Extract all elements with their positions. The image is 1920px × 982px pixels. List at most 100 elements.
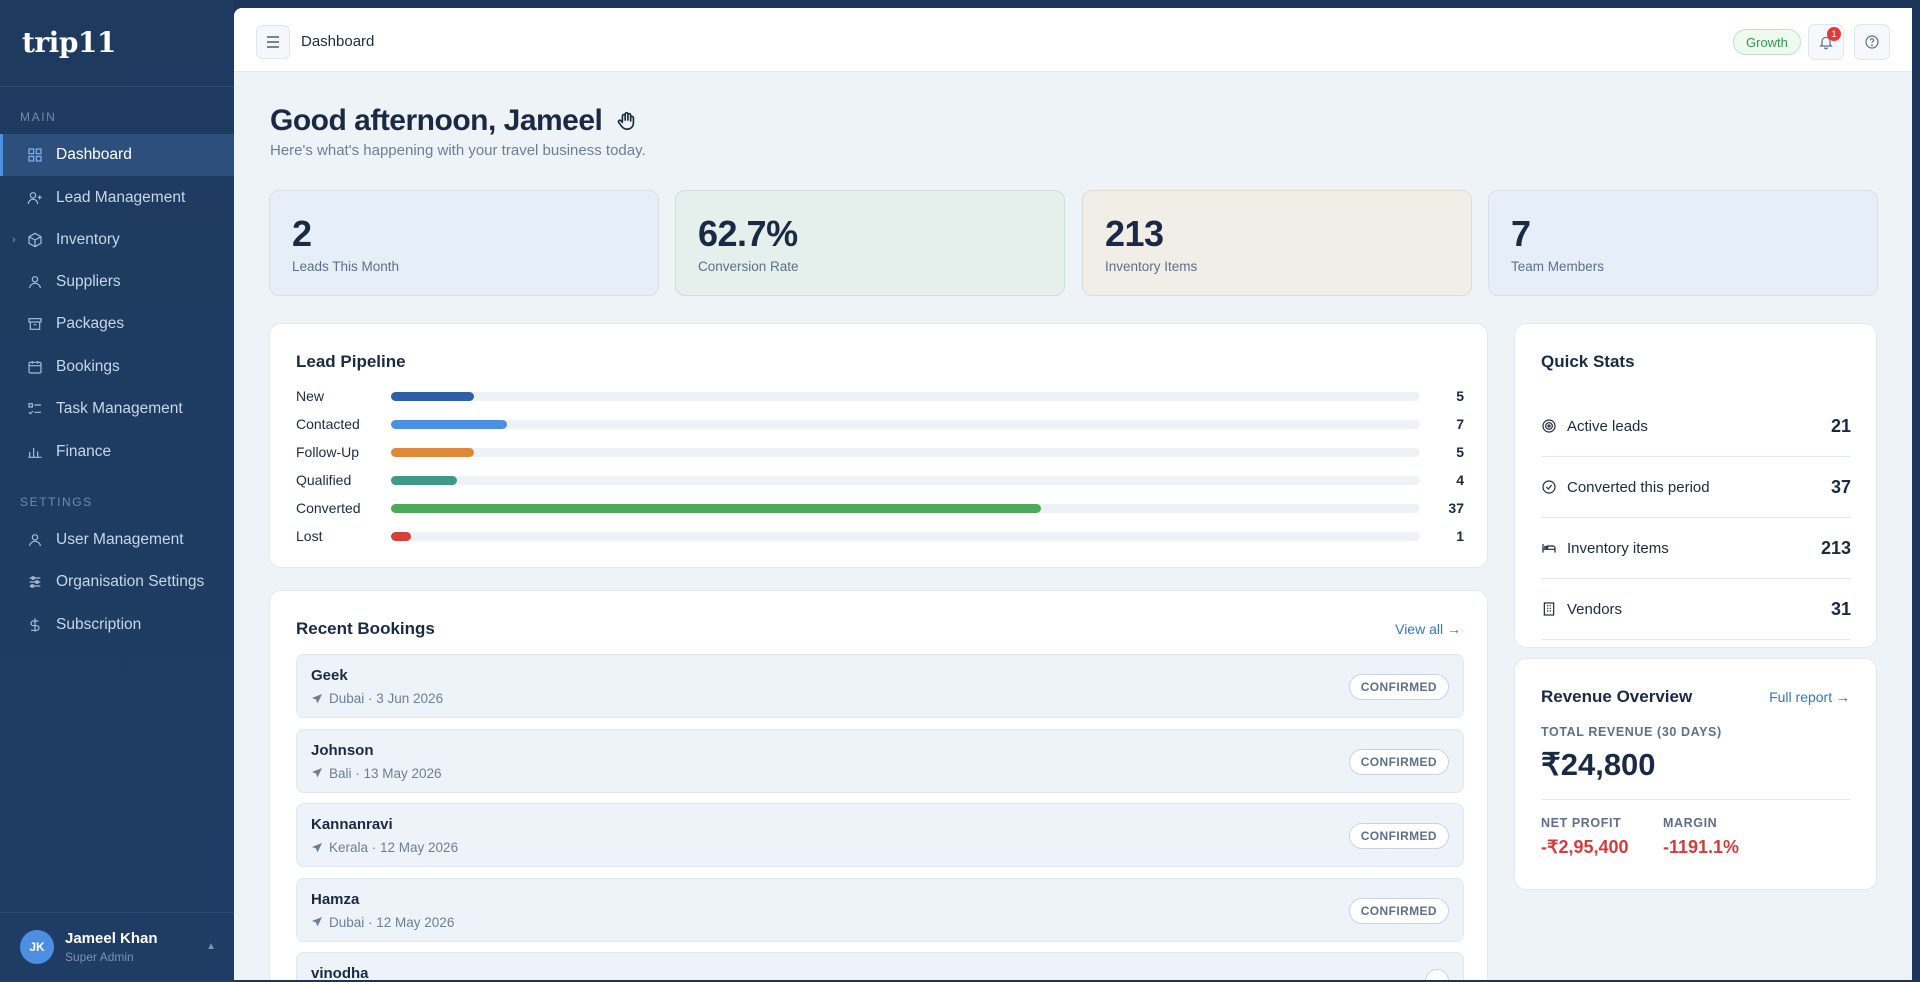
status-badge: CONFIRMED [1348, 674, 1449, 700]
booking-row[interactable]: Johnson Bali · 13 May 2026 CONFIRMED [296, 728, 1464, 793]
booking-meta: Dubai · 3 Jun 2026 [311, 691, 443, 706]
booking-destination-date: Kerala · 12 May 2026 [329, 840, 459, 855]
pipeline-bar-track [391, 391, 1420, 401]
main-content: Dashboard Growth 1 Good afternoon, Jamee… [234, 8, 1912, 980]
pipeline-bar-fill [391, 447, 474, 457]
booking-customer-name: Geek [311, 667, 348, 684]
sidebar-item-lead-management[interactable]: Lead Management [0, 177, 234, 219]
pipeline-stage-count: 4 [1456, 472, 1464, 488]
pipeline-stage-count: 5 [1456, 444, 1464, 460]
check-circle-icon [1542, 480, 1556, 494]
sidebar-item-dashboard[interactable]: Dashboard [0, 134, 234, 176]
net-profit-value: -₹2,95,400 [1541, 837, 1629, 857]
sidebar-item-label: Lead Management [56, 189, 186, 206]
chevron-right-icon[interactable]: › [12, 234, 16, 246]
card-title: Lead Pipeline [296, 352, 406, 371]
booking-meta: Bali · 13 May 2026 [311, 766, 442, 781]
user-name: Jameel Khan [65, 930, 158, 947]
sliders-icon [26, 573, 44, 591]
full-report-link[interactable]: Full report → [1769, 689, 1850, 705]
kpi-value: 213 [1105, 213, 1164, 254]
bed-icon [1542, 544, 1556, 553]
help-button[interactable] [1854, 24, 1890, 60]
booking-row[interactable]: Geek Dubai · 3 Jun 2026 CONFIRMED [296, 654, 1464, 718]
kpi-card-inventory[interactable]: 213 Inventory Items [1082, 190, 1472, 296]
greeting-heading: Good afternoon, Jameel [270, 104, 638, 138]
pipeline-stage-count: 7 [1456, 416, 1464, 432]
sidebar-item-label: Inventory [56, 231, 120, 248]
sidebar-divider [0, 86, 234, 87]
avatar: JK [20, 930, 54, 964]
sidebar-item-label: Dashboard [56, 146, 132, 163]
view-all-link[interactable]: View all → [1395, 621, 1461, 637]
pipeline-bar-fill [391, 531, 411, 541]
sidebar-item-suppliers[interactable]: Suppliers [0, 261, 234, 303]
plan-badge[interactable]: Growth [1733, 29, 1801, 55]
sidebar: trip11 MAIN Dashboard Lead Management › … [0, 0, 234, 982]
archive-icon [26, 315, 44, 333]
pipeline-stage-count: 37 [1448, 500, 1464, 516]
pipeline-row: Qualified 4 [296, 470, 1464, 490]
margin-label: MARGIN [1663, 816, 1718, 830]
lead-pipeline-card: Lead Pipeline New 5 Contacted 7 Follow-Up 5 Qu… [269, 323, 1488, 568]
pipeline-bar-track [391, 503, 1420, 513]
sidebar-item-inventory[interactable]: › Inventory [0, 219, 234, 261]
booking-row[interactable]: vinodha [296, 952, 1464, 980]
sidebar-item-user-management[interactable]: User Management [0, 519, 234, 561]
pipeline-bar-track [391, 419, 1420, 429]
booking-destination-date: Dubai · 3 Jun 2026 [329, 691, 444, 706]
send-icon [312, 917, 322, 927]
bar-chart-icon [26, 443, 44, 461]
stat-value: 21 [1830, 415, 1851, 436]
pipeline-bar-fill [391, 391, 474, 401]
target-icon [1542, 419, 1556, 433]
notifications-button[interactable]: 1 [1808, 24, 1844, 60]
kpi-label: Leads This Month [292, 259, 400, 274]
pipeline-bar-fill [391, 503, 1041, 513]
card-title: Quick Stats [1541, 352, 1635, 371]
pipeline-bar-track [391, 475, 1420, 485]
hamburger-icon [267, 36, 279, 48]
pipeline-bar-track [391, 447, 1420, 457]
sidebar-item-finance[interactable]: Finance [0, 431, 234, 473]
tasks-icon [26, 400, 44, 418]
sidebar-item-task-management[interactable]: Task Management [0, 388, 234, 430]
booking-row[interactable]: Kannanravi Kerala · 12 May 2026 CONFIRMED [296, 803, 1464, 867]
kpi-card-team[interactable]: 7 Team Members [1488, 190, 1878, 296]
booking-meta: Dubai · 12 May 2026 [311, 915, 454, 930]
kpi-card-leads[interactable]: 2 Leads This Month [269, 190, 659, 296]
kpi-label: Team Members [1511, 259, 1605, 274]
status-badge: CONFIRMED [1348, 897, 1449, 924]
sidebar-item-bookings[interactable]: Bookings [0, 346, 234, 388]
pipeline-stage-label: Converted [296, 500, 361, 516]
status-badge: CONFIRMED [1348, 823, 1449, 849]
pipeline-stage-label: Follow-Up [296, 444, 360, 460]
total-revenue-label: TOTAL REVENUE (30 DAYS) [1541, 725, 1722, 739]
kpi-value: 62.7% [698, 213, 798, 254]
user-icon [26, 531, 44, 549]
sidebar-item-packages[interactable]: Packages [0, 303, 234, 345]
sidebar-divider [0, 912, 234, 913]
pipeline-stage-label: Contacted [296, 416, 360, 432]
menu-toggle-button[interactable] [256, 25, 290, 59]
kpi-card-conversion[interactable]: 62.7% Conversion Rate [675, 190, 1065, 296]
user-role: Super Admin [65, 950, 134, 964]
divider [1541, 799, 1851, 800]
user-menu[interactable]: JK Jameel Khan Super Admin ▲ [20, 930, 216, 964]
pipeline-stage-count: 5 [1456, 388, 1464, 404]
send-icon [312, 842, 322, 852]
pipeline-row: Converted 37 [296, 498, 1464, 518]
booking-customer-name: Johnson [311, 741, 374, 759]
status-badge: CONFIRMED [1348, 748, 1449, 775]
grid-icon [26, 146, 44, 164]
stat-value: 213 [1820, 537, 1851, 558]
dollar-icon [26, 616, 44, 634]
sidebar-item-label: Bookings [56, 358, 120, 375]
caret-up-icon[interactable]: ▲ [206, 941, 216, 952]
sidebar-item-subscription[interactable]: Subscription [0, 604, 234, 646]
booking-row[interactable]: Hamza Dubai · 12 May 2026 CONFIRMED [296, 877, 1464, 942]
app-logo[interactable]: trip11 [22, 26, 116, 59]
section-label-settings: SETTINGS [20, 495, 93, 509]
sidebar-item-organisation-settings[interactable]: Organisation Settings [0, 561, 234, 603]
stat-label: Converted this period [1567, 478, 1710, 496]
